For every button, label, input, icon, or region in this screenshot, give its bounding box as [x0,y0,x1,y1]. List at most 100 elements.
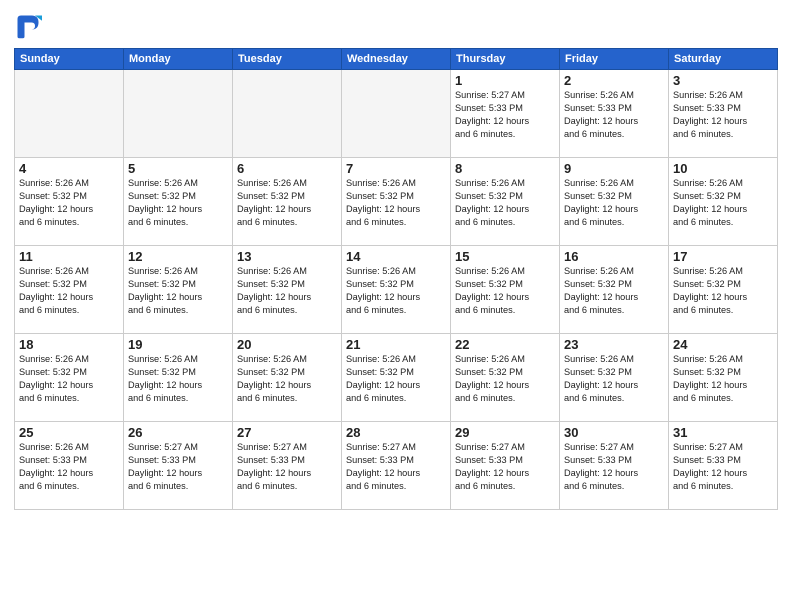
calendar-day-cell: 25Sunrise: 5:26 AM Sunset: 5:33 PM Dayli… [15,422,124,510]
day-number: 17 [673,249,773,264]
calendar-day-cell: 1Sunrise: 5:27 AM Sunset: 5:33 PM Daylig… [451,70,560,158]
day-info: Sunrise: 5:26 AM Sunset: 5:33 PM Dayligh… [673,89,773,141]
calendar-day-cell: 5Sunrise: 5:26 AM Sunset: 5:32 PM Daylig… [124,158,233,246]
day-number: 24 [673,337,773,352]
calendar-day-cell: 8Sunrise: 5:26 AM Sunset: 5:32 PM Daylig… [451,158,560,246]
calendar-day-cell: 22Sunrise: 5:26 AM Sunset: 5:32 PM Dayli… [451,334,560,422]
calendar-page: SundayMondayTuesdayWednesdayThursdayFrid… [0,0,792,612]
day-info: Sunrise: 5:27 AM Sunset: 5:33 PM Dayligh… [673,441,773,493]
day-number: 14 [346,249,446,264]
day-number: 12 [128,249,228,264]
calendar-week-row: 11Sunrise: 5:26 AM Sunset: 5:32 PM Dayli… [15,246,778,334]
calendar-day-cell [342,70,451,158]
weekday-header-sunday: Sunday [15,49,124,70]
day-number: 31 [673,425,773,440]
calendar-day-cell: 16Sunrise: 5:26 AM Sunset: 5:32 PM Dayli… [560,246,669,334]
day-info: Sunrise: 5:26 AM Sunset: 5:32 PM Dayligh… [128,265,228,317]
day-number: 13 [237,249,337,264]
day-info: Sunrise: 5:26 AM Sunset: 5:32 PM Dayligh… [564,177,664,229]
day-info: Sunrise: 5:26 AM Sunset: 5:32 PM Dayligh… [673,353,773,405]
day-info: Sunrise: 5:26 AM Sunset: 5:33 PM Dayligh… [564,89,664,141]
day-number: 11 [19,249,119,264]
day-number: 10 [673,161,773,176]
weekday-header-tuesday: Tuesday [233,49,342,70]
calendar-day-cell: 31Sunrise: 5:27 AM Sunset: 5:33 PM Dayli… [669,422,778,510]
calendar-day-cell: 7Sunrise: 5:26 AM Sunset: 5:32 PM Daylig… [342,158,451,246]
day-number: 4 [19,161,119,176]
day-number: 22 [455,337,555,352]
day-info: Sunrise: 5:26 AM Sunset: 5:32 PM Dayligh… [455,353,555,405]
day-number: 27 [237,425,337,440]
calendar-header: SundayMondayTuesdayWednesdayThursdayFrid… [15,49,778,70]
day-info: Sunrise: 5:27 AM Sunset: 5:33 PM Dayligh… [455,89,555,141]
day-number: 30 [564,425,664,440]
weekday-header-friday: Friday [560,49,669,70]
logo-icon [14,12,42,40]
weekday-header-wednesday: Wednesday [342,49,451,70]
calendar-day-cell: 3Sunrise: 5:26 AM Sunset: 5:33 PM Daylig… [669,70,778,158]
day-info: Sunrise: 5:26 AM Sunset: 5:32 PM Dayligh… [237,353,337,405]
day-number: 28 [346,425,446,440]
calendar-week-row: 25Sunrise: 5:26 AM Sunset: 5:33 PM Dayli… [15,422,778,510]
calendar-day-cell: 21Sunrise: 5:26 AM Sunset: 5:32 PM Dayli… [342,334,451,422]
calendar-day-cell: 11Sunrise: 5:26 AM Sunset: 5:32 PM Dayli… [15,246,124,334]
calendar-table: SundayMondayTuesdayWednesdayThursdayFrid… [14,48,778,510]
calendar-day-cell: 17Sunrise: 5:26 AM Sunset: 5:32 PM Dayli… [669,246,778,334]
calendar-day-cell: 13Sunrise: 5:26 AM Sunset: 5:32 PM Dayli… [233,246,342,334]
day-info: Sunrise: 5:26 AM Sunset: 5:32 PM Dayligh… [346,265,446,317]
day-number: 23 [564,337,664,352]
day-number: 6 [237,161,337,176]
day-info: Sunrise: 5:26 AM Sunset: 5:32 PM Dayligh… [19,353,119,405]
calendar-week-row: 4Sunrise: 5:26 AM Sunset: 5:32 PM Daylig… [15,158,778,246]
day-number: 2 [564,73,664,88]
weekday-header-saturday: Saturday [669,49,778,70]
day-number: 20 [237,337,337,352]
day-info: Sunrise: 5:26 AM Sunset: 5:32 PM Dayligh… [346,353,446,405]
day-number: 18 [19,337,119,352]
calendar-day-cell: 20Sunrise: 5:26 AM Sunset: 5:32 PM Dayli… [233,334,342,422]
calendar-day-cell: 27Sunrise: 5:27 AM Sunset: 5:33 PM Dayli… [233,422,342,510]
day-info: Sunrise: 5:26 AM Sunset: 5:32 PM Dayligh… [564,353,664,405]
day-info: Sunrise: 5:26 AM Sunset: 5:32 PM Dayligh… [128,177,228,229]
logo [14,12,46,40]
day-info: Sunrise: 5:26 AM Sunset: 5:32 PM Dayligh… [455,265,555,317]
day-number: 25 [19,425,119,440]
day-number: 9 [564,161,664,176]
calendar-day-cell: 10Sunrise: 5:26 AM Sunset: 5:32 PM Dayli… [669,158,778,246]
day-info: Sunrise: 5:26 AM Sunset: 5:32 PM Dayligh… [673,177,773,229]
day-number: 8 [455,161,555,176]
day-number: 3 [673,73,773,88]
page-header [14,12,778,40]
calendar-day-cell: 28Sunrise: 5:27 AM Sunset: 5:33 PM Dayli… [342,422,451,510]
calendar-day-cell [124,70,233,158]
calendar-day-cell: 30Sunrise: 5:27 AM Sunset: 5:33 PM Dayli… [560,422,669,510]
calendar-day-cell: 19Sunrise: 5:26 AM Sunset: 5:32 PM Dayli… [124,334,233,422]
day-info: Sunrise: 5:26 AM Sunset: 5:32 PM Dayligh… [673,265,773,317]
day-info: Sunrise: 5:27 AM Sunset: 5:33 PM Dayligh… [455,441,555,493]
day-number: 29 [455,425,555,440]
calendar-week-row: 18Sunrise: 5:26 AM Sunset: 5:32 PM Dayli… [15,334,778,422]
calendar-day-cell: 12Sunrise: 5:26 AM Sunset: 5:32 PM Dayli… [124,246,233,334]
calendar-day-cell: 15Sunrise: 5:26 AM Sunset: 5:32 PM Dayli… [451,246,560,334]
calendar-day-cell: 24Sunrise: 5:26 AM Sunset: 5:32 PM Dayli… [669,334,778,422]
day-number: 1 [455,73,555,88]
day-number: 26 [128,425,228,440]
calendar-day-cell: 29Sunrise: 5:27 AM Sunset: 5:33 PM Dayli… [451,422,560,510]
calendar-day-cell: 2Sunrise: 5:26 AM Sunset: 5:33 PM Daylig… [560,70,669,158]
day-number: 21 [346,337,446,352]
calendar-week-row: 1Sunrise: 5:27 AM Sunset: 5:33 PM Daylig… [15,70,778,158]
calendar-day-cell: 9Sunrise: 5:26 AM Sunset: 5:32 PM Daylig… [560,158,669,246]
day-info: Sunrise: 5:27 AM Sunset: 5:33 PM Dayligh… [564,441,664,493]
calendar-day-cell: 14Sunrise: 5:26 AM Sunset: 5:32 PM Dayli… [342,246,451,334]
day-info: Sunrise: 5:26 AM Sunset: 5:32 PM Dayligh… [19,177,119,229]
day-info: Sunrise: 5:26 AM Sunset: 5:33 PM Dayligh… [19,441,119,493]
calendar-day-cell: 18Sunrise: 5:26 AM Sunset: 5:32 PM Dayli… [15,334,124,422]
weekday-header-thursday: Thursday [451,49,560,70]
calendar-day-cell: 6Sunrise: 5:26 AM Sunset: 5:32 PM Daylig… [233,158,342,246]
day-info: Sunrise: 5:26 AM Sunset: 5:32 PM Dayligh… [19,265,119,317]
day-number: 16 [564,249,664,264]
calendar-day-cell: 26Sunrise: 5:27 AM Sunset: 5:33 PM Dayli… [124,422,233,510]
calendar-body: 1Sunrise: 5:27 AM Sunset: 5:33 PM Daylig… [15,70,778,510]
day-info: Sunrise: 5:26 AM Sunset: 5:32 PM Dayligh… [346,177,446,229]
weekday-header-row: SundayMondayTuesdayWednesdayThursdayFrid… [15,49,778,70]
